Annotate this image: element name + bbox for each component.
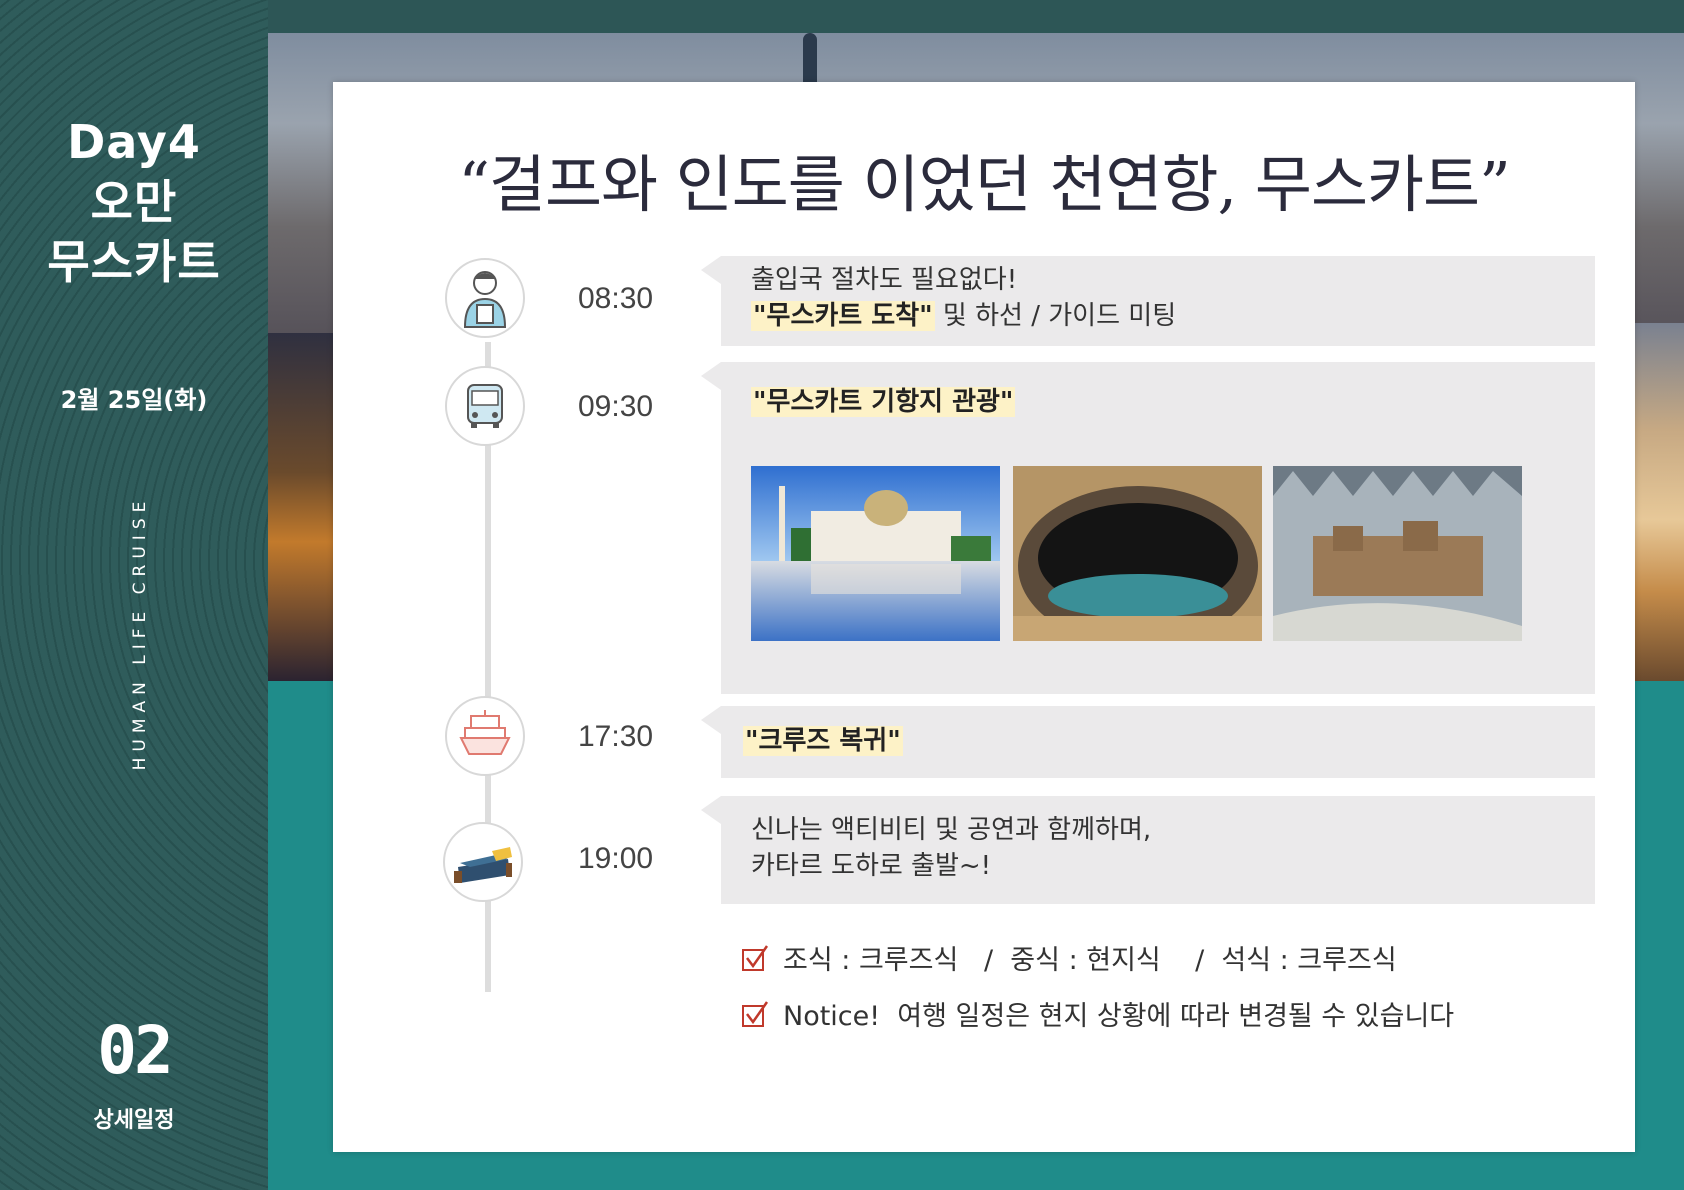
checkbox-icon bbox=[742, 944, 769, 971]
page-number: 02 bbox=[97, 1012, 173, 1089]
sidebar: Day4 오만 무스카트 2월 25일(화) HUMAN LIFE CRUISE… bbox=[0, 0, 268, 1190]
city-lights-left bbox=[268, 333, 340, 681]
arrival-line1: 출입국 절차도 필요없다! bbox=[751, 265, 1018, 295]
departure-line1: 신나는 액티비티 및 공연과 함께하며, bbox=[751, 815, 1152, 845]
page-title: “걸프와 인도를 이었던 천연항, 무스카트” bbox=[458, 148, 1511, 221]
brand-vertical: HUMAN LIFE CRUISE bbox=[127, 465, 150, 801]
sinkhole-lagoon-photo bbox=[1013, 466, 1262, 641]
schedule-item-arrival: 출입국 절차도 필요없다! "무스카트 도착" 및 하선 / 가이드 미팅 bbox=[701, 256, 1595, 346]
schedule-item-tour: "무스카트 기항지 관광" bbox=[701, 362, 1595, 694]
time-1730: 17:30 bbox=[578, 720, 654, 753]
departure-line2: 카타르 도하로 출발~! bbox=[751, 851, 992, 881]
guide-person-icon bbox=[445, 258, 525, 338]
mountain-village-model-photo bbox=[1273, 466, 1522, 641]
return-highlight: "크루즈 복귀" bbox=[743, 726, 903, 756]
tour-highlight: "무스카트 기항지 관광" bbox=[751, 387, 1016, 417]
time-1900: 19:00 bbox=[578, 842, 654, 875]
brand-label: HUMAN LIFE CRUISE bbox=[130, 495, 150, 771]
arrival-rest: 및 하선 / 가이드 미팅 bbox=[934, 301, 1177, 331]
checkbox-icon bbox=[742, 1000, 769, 1027]
date-label: 2월 25일(화) bbox=[60, 386, 208, 414]
meal-text: 조식 : 크루즈식 / 중식 : 현지식 / 석식 : 크루즈식 bbox=[783, 945, 1397, 976]
notice-info: Notice! 여행 일정은 현지 상황에 따라 변경될 수 있습니다 bbox=[741, 994, 1454, 1033]
day-title: Day4 오만 무스카트 bbox=[0, 112, 268, 292]
bed-icon bbox=[443, 822, 523, 902]
city-label: 무스카트 bbox=[47, 235, 221, 289]
section-label: 상세일정 bbox=[93, 1108, 175, 1133]
bus-icon bbox=[445, 366, 525, 446]
schedule-item-departure: 신나는 액티비티 및 공연과 함께하며, 카타르 도하로 출발~! bbox=[701, 796, 1595, 904]
country-label: 오만 bbox=[90, 175, 178, 229]
time-0930: 09:30 bbox=[578, 390, 654, 423]
cruise-ship-icon bbox=[445, 696, 525, 776]
arrival-highlight: "무스카트 도착" bbox=[751, 301, 935, 331]
grand-mosque-photo bbox=[751, 466, 1000, 641]
day-label: Day4 bbox=[67, 115, 201, 169]
time-0830: 08:30 bbox=[578, 282, 654, 315]
meal-info: 조식 : 크루즈식 / 중식 : 현지식 / 석식 : 크루즈식 bbox=[741, 938, 1397, 977]
notice-text: Notice! 여행 일정은 현지 상황에 따라 변경될 수 있습니다 bbox=[783, 1001, 1455, 1032]
minaret-silhouette bbox=[803, 33, 817, 83]
schedule-item-return: "크루즈 복귀" bbox=[701, 706, 1595, 778]
itinerary-card: “걸프와 인도를 이었던 천연항, 무스카트” 08:30 출입국 절차도 필요… bbox=[333, 82, 1635, 1152]
